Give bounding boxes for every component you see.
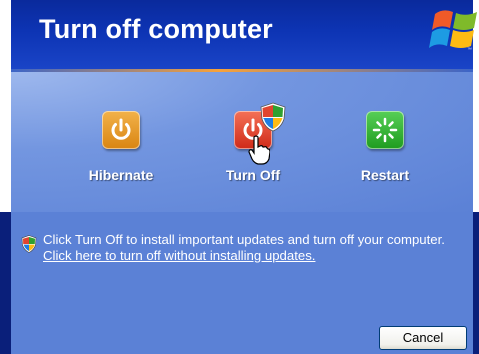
restart-icon xyxy=(372,117,398,143)
cancel-button[interactable]: Cancel xyxy=(379,326,467,350)
restart-option[interactable]: Restart xyxy=(320,111,450,197)
turn-off-label: Turn Off xyxy=(225,167,281,183)
turn-off-dialog: Turn off computer ™ Hibernate Turn Off R… xyxy=(0,0,479,354)
left-edge xyxy=(0,0,11,212)
header-divider xyxy=(11,69,473,72)
hibernate-button[interactable] xyxy=(102,111,140,149)
update-notice: Click Turn Off to install important upda… xyxy=(43,232,445,264)
dialog-title: Turn off computer xyxy=(39,14,273,44)
hand-cursor-icon xyxy=(248,135,270,165)
hibernate-option[interactable]: Hibernate xyxy=(56,111,186,197)
turn-off-without-updates-link[interactable]: Click here to turn off without installin… xyxy=(43,248,315,263)
right-border xyxy=(473,212,479,354)
panel-divider xyxy=(11,212,473,214)
security-shield-icon xyxy=(260,102,286,132)
dialog-header: Turn off computer ™ xyxy=(11,0,477,69)
notice-text: Click Turn Off to install important upda… xyxy=(43,232,445,247)
restart-label: Restart xyxy=(360,167,410,183)
left-border xyxy=(0,212,11,354)
power-icon xyxy=(111,118,131,140)
restart-button[interactable] xyxy=(366,111,404,149)
update-shield-icon xyxy=(21,235,37,253)
hibernate-label: Hibernate xyxy=(88,167,154,183)
trademark-mark: ™ xyxy=(467,47,472,53)
